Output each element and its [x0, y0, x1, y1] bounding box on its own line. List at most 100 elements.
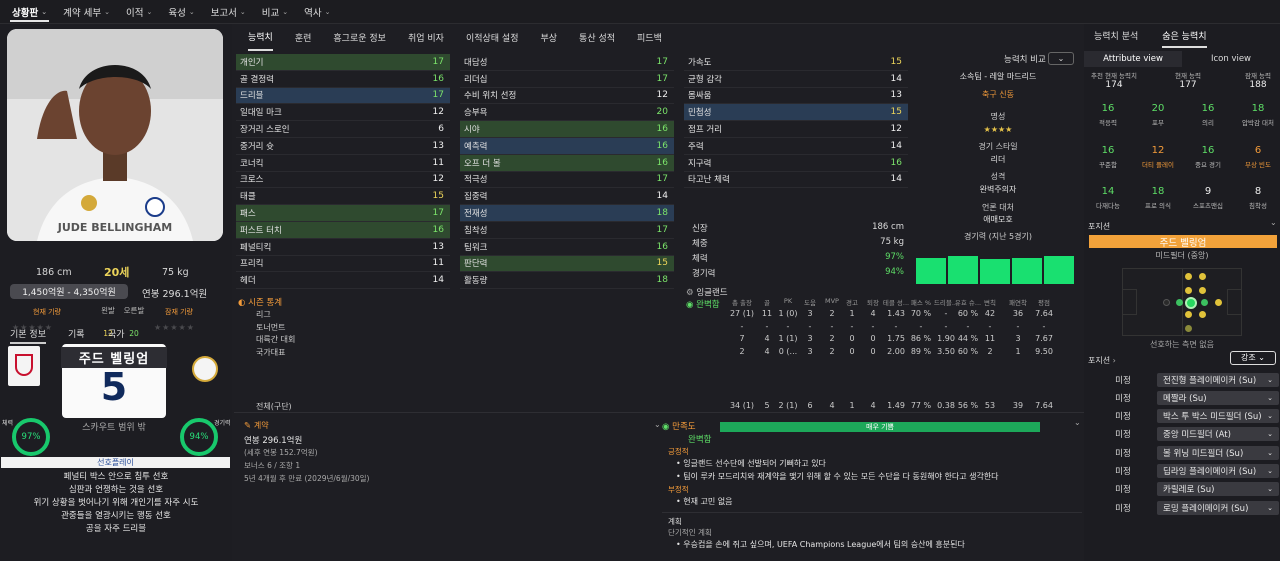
tab-5[interactable]: 부상: [540, 24, 557, 51]
position-side: 선호하는 측면 없음: [1150, 340, 1214, 349]
attribute-row[interactable]: 프리킥 11: [236, 256, 450, 273]
tab-2[interactable]: 흥그로운 정보: [333, 24, 386, 51]
role-name: 볼 위닝 미드필더 (Su): [1163, 448, 1244, 459]
tab-icon-view[interactable]: Icon view: [1182, 51, 1280, 67]
role-row[interactable]: 미정 메짤라 (Su) ⌄: [1089, 390, 1279, 405]
attribute-row[interactable]: 코너킥 11: [236, 155, 450, 172]
menu-item-label: 보고서: [210, 7, 237, 19]
menu-item[interactable]: 보고서 ⌄: [203, 0, 254, 24]
role-rating: 미정: [1115, 430, 1131, 441]
compare-dropdown[interactable]: ⌄: [1048, 52, 1074, 65]
role-select[interactable]: 볼 위닝 미드필더 (Su) ⌄: [1157, 445, 1279, 460]
tab-hidden-attributes[interactable]: 숨은 능력치: [1162, 29, 1207, 48]
attribute-row[interactable]: 판단력 15: [460, 255, 674, 273]
attribute-row[interactable]: 일대일 마크 12: [236, 104, 450, 122]
role-name: 메짤라 (Su): [1163, 393, 1207, 404]
attribute-row[interactable]: 개인기 17: [236, 54, 450, 71]
role-row[interactable]: 미정 카릴레로 (Su) ⌄: [1089, 482, 1279, 497]
attribute-row[interactable]: 가속도 15: [684, 54, 908, 71]
tab-0[interactable]: 능력치: [248, 24, 273, 51]
contract-expiry: 5년 4개월 후 만료 (2029년/6월/30일): [244, 474, 370, 483]
attribute-row[interactable]: 균형 감각 14: [684, 71, 908, 88]
hidden-attribute: 14 다재다능: [1084, 186, 1132, 210]
role-select[interactable]: 딥라잉 플레이메이커 (Su) ⌄: [1157, 464, 1279, 478]
role-row[interactable]: 미정 딥라잉 플레이메이커 (Su) ⌄: [1089, 464, 1279, 479]
attribute-row[interactable]: 승부욕 20: [460, 104, 674, 122]
ability-label: 현재 능력: [1175, 72, 1201, 80]
tab-records[interactable]: 기록: [68, 327, 85, 340]
attribute-row[interactable]: 퍼스트 터치 16: [236, 221, 450, 239]
attribute-value: 16: [432, 224, 444, 235]
attribute-row[interactable]: 지구력 16: [684, 155, 908, 172]
attribute-row[interactable]: 민첩성 15: [684, 104, 908, 122]
attribute-name: 크로스: [240, 175, 264, 186]
attribute-row[interactable]: 적극성 17: [460, 172, 674, 189]
attribute-row[interactable]: 침착성 17: [460, 222, 674, 239]
attribute-row[interactable]: 대담성 17: [460, 54, 674, 71]
role-row[interactable]: 미정 박스 투 박스 미드필더 (Su) ⌄: [1089, 409, 1279, 424]
attribute-name: 시야: [464, 125, 480, 136]
menu-item[interactable]: 비교 ⌄: [254, 0, 296, 24]
role-select[interactable]: 메짤라 (Su) ⌄: [1157, 390, 1279, 405]
menu-item[interactable]: 역사 ⌄: [296, 0, 338, 24]
attribute-row[interactable]: 헤더 14: [236, 272, 450, 290]
menu-item[interactable]: 계약 세부 ⌄: [55, 0, 118, 24]
role-rating: 미정: [1115, 393, 1131, 404]
role-select[interactable]: 중앙 미드필더 (At) ⌄: [1157, 427, 1279, 442]
attribute-row[interactable]: 태클 15: [236, 188, 450, 206]
tab-7[interactable]: 피드백: [637, 24, 662, 51]
position-chevron-icon[interactable]: ⌄: [1270, 218, 1277, 227]
tab-basic-info[interactable]: 기본 정보: [10, 327, 46, 344]
attribute-row[interactable]: 주력 14: [684, 138, 908, 155]
menu-item[interactable]: 이적 ⌄: [118, 0, 160, 24]
attribute-row[interactable]: 중거리 슛 13: [236, 138, 450, 155]
tab-ability-analysis[interactable]: 능력치 분석: [1094, 29, 1138, 48]
attribute-row[interactable]: 점프 거리 12: [684, 121, 908, 138]
role-row[interactable]: 미정 로밍 플레이메이커 (Su) ⌄: [1089, 500, 1279, 515]
attribute-row[interactable]: 시야 16: [460, 121, 674, 138]
attribute-row[interactable]: 타고난 체력 14: [684, 172, 908, 189]
role-row[interactable]: 미정 중앙 미드필더 (At) ⌄: [1089, 427, 1279, 442]
attribute-row[interactable]: 골 결정력 16: [236, 71, 450, 88]
attribute-row[interactable]: 몸싸움 13: [684, 88, 908, 105]
role-select[interactable]: 로밍 플레이메이커 (Su) ⌄: [1157, 500, 1279, 515]
tab-6[interactable]: 통산 성적: [579, 24, 615, 51]
media-value: 애매모호: [983, 215, 1013, 224]
attribute-row[interactable]: 집중력 14: [460, 188, 674, 206]
attribute-name: 전재성: [464, 209, 488, 220]
hidden-attribute-label: 적응력: [1099, 119, 1117, 127]
menu-item[interactable]: 육성 ⌄: [160, 0, 202, 24]
tab-nation[interactable]: 국가: [108, 327, 125, 340]
menu-item[interactable]: 상황판 ⌄: [4, 0, 55, 24]
role-row[interactable]: 미정 전진형 플레이메이커 (Su) ⌄: [1089, 372, 1279, 387]
shirt-name-print: JUDE BELLINGHAM: [57, 221, 172, 234]
hidden-attribute-value: 8: [1254, 186, 1262, 197]
physical-value: 75 kg: [880, 237, 904, 247]
happiness-chevron-icon[interactable]: ⌄: [1074, 418, 1081, 427]
role-select[interactable]: 박스 투 박스 미드필더 (Su) ⌄: [1157, 409, 1279, 424]
attribute-row[interactable]: 패스 17: [236, 205, 450, 222]
chevron-down-icon: ⌄: [1267, 467, 1273, 475]
attribute-row[interactable]: 활동량 18: [460, 272, 674, 290]
attribute-row[interactable]: 리더십 17: [460, 71, 674, 88]
attribute-row[interactable]: 오프 더 볼 16: [460, 154, 674, 172]
tab-1[interactable]: 훈련: [295, 24, 312, 51]
attribute-row[interactable]: 드리블 17: [236, 87, 450, 105]
attribute-row[interactable]: 팀워크 16: [460, 239, 674, 256]
tab-3[interactable]: 취업 비자: [408, 24, 444, 51]
attribute-row[interactable]: 장거리 스로인 6: [236, 121, 450, 138]
attribute-row[interactable]: 예측력 16: [460, 137, 674, 155]
tab-attribute-view[interactable]: Attribute view: [1084, 51, 1182, 67]
contract-chevron-icon[interactable]: ⌄: [654, 420, 661, 429]
attribute-row[interactable]: 전재성 18: [460, 205, 674, 222]
attribute-row[interactable]: 페널티킥 13: [236, 239, 450, 256]
attribute-row[interactable]: 크로스 12: [236, 172, 450, 189]
tab-4[interactable]: 이적상태 설정: [466, 24, 519, 51]
attribute-row[interactable]: 수비 위치 선정 12: [460, 88, 674, 105]
role-row[interactable]: 미정 볼 위닝 미드필더 (Su) ⌄: [1089, 445, 1279, 460]
role-select[interactable]: 전진형 플레이메이커 (Su) ⌄: [1157, 372, 1279, 387]
position-role: 미드필더 (중앙): [1155, 251, 1209, 260]
chevron-down-icon: ⌄: [324, 7, 331, 16]
role-select[interactable]: 카릴레로 (Su) ⌄: [1157, 482, 1279, 497]
emphasis-dropdown[interactable]: 강조 ⌄: [1230, 351, 1276, 365]
